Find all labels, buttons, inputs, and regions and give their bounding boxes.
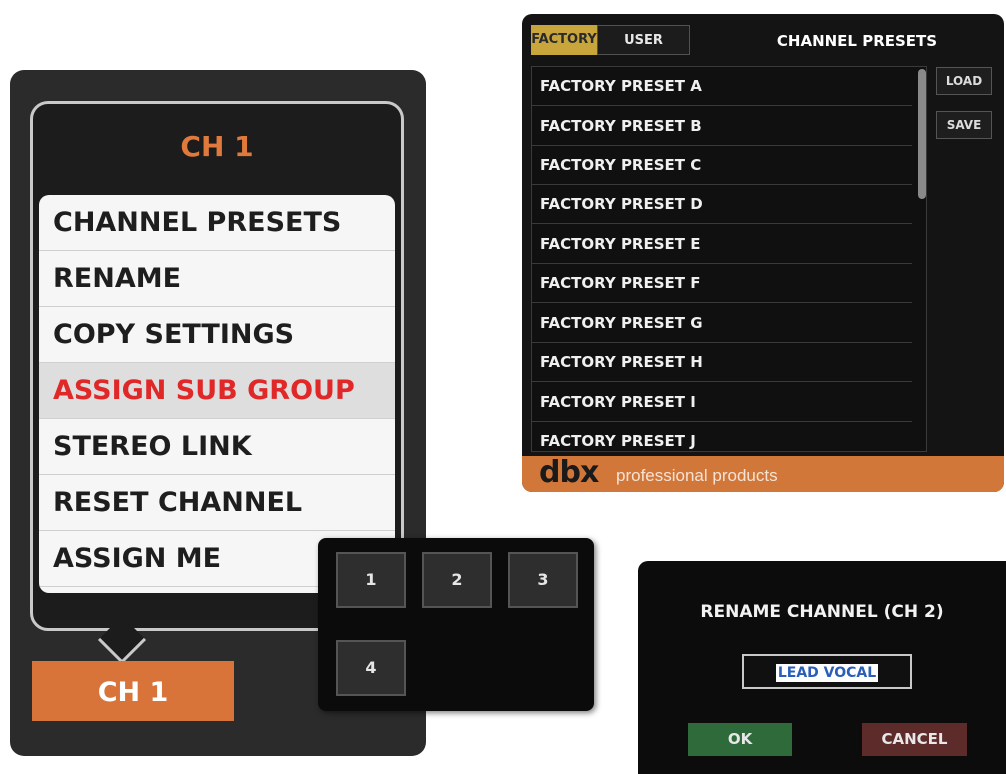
preset-item[interactable]: FACTORY PRESET C (532, 146, 912, 185)
presets-title: CHANNEL PRESETS (776, 32, 938, 50)
preset-item[interactable]: FACTORY PRESET G (532, 304, 912, 343)
channel-presets-window: FACTORY USER CHANNEL PRESETS FACTORY PRE… (522, 14, 1004, 492)
sub-group-button-1[interactable]: 1 (336, 552, 406, 608)
dbx-logo: dbx (539, 455, 599, 490)
preset-item[interactable]: FACTORY PRESET E (532, 225, 912, 264)
brand-footer: dbx professional products (522, 456, 1004, 492)
preset-item[interactable]: FACTORY PRESET F (532, 264, 912, 303)
preset-list: FACTORY PRESET A FACTORY PRESET B FACTOR… (531, 66, 927, 452)
rename-channel-dialog: RENAME CHANNEL (CH 2) LEAD VOCAL OK CANC… (638, 561, 1006, 774)
preset-item[interactable]: FACTORY PRESET A (532, 67, 912, 106)
channel-menu-list: CHANNEL PRESETS RENAME COPY SETTINGS ASS… (39, 195, 395, 593)
channel-name-value: LEAD VOCAL (775, 664, 879, 682)
menu-item-copy-settings[interactable]: COPY SETTINGS (39, 307, 395, 363)
tab-factory[interactable]: FACTORY (531, 25, 597, 55)
channel-menu-title: CH 1 (180, 130, 254, 163)
menu-item-channel-presets[interactable]: CHANNEL PRESETS (39, 195, 395, 251)
channel-button[interactable]: CH 1 (32, 661, 234, 721)
sub-group-button-4[interactable]: 4 (336, 640, 406, 696)
preset-item[interactable]: FACTORY PRESET H (532, 343, 912, 382)
load-button[interactable]: LOAD (936, 67, 992, 95)
preset-item[interactable]: FACTORY PRESET B (532, 107, 912, 146)
tab-user[interactable]: USER (597, 25, 690, 55)
save-button[interactable]: SAVE (936, 111, 992, 139)
preset-item[interactable]: FACTORY PRESET I (532, 383, 912, 422)
brand-tagline: professional products (616, 466, 778, 485)
ok-button[interactable]: OK (688, 723, 792, 756)
preset-item[interactable]: FACTORY PRESET J (532, 422, 912, 451)
sub-group-picker: 1 2 3 4 (318, 538, 594, 711)
channel-name-input[interactable]: LEAD VOCAL (742, 654, 912, 689)
scrollbar-thumb[interactable] (918, 69, 926, 199)
rename-dialog-title: RENAME CHANNEL (CH 2) (700, 602, 944, 622)
sub-group-button-3[interactable]: 3 (508, 552, 578, 608)
menu-item-stereo-link[interactable]: STEREO LINK (39, 419, 395, 475)
preset-item[interactable]: FACTORY PRESET D (532, 185, 912, 224)
cancel-button[interactable]: CANCEL (862, 723, 967, 756)
menu-item-assign-sub-group[interactable]: ASSIGN SUB GROUP (39, 363, 395, 419)
menu-item-rename[interactable]: RENAME (39, 251, 395, 307)
menu-item-reset-channel[interactable]: RESET CHANNEL (39, 475, 395, 531)
sub-group-button-2[interactable]: 2 (422, 552, 492, 608)
